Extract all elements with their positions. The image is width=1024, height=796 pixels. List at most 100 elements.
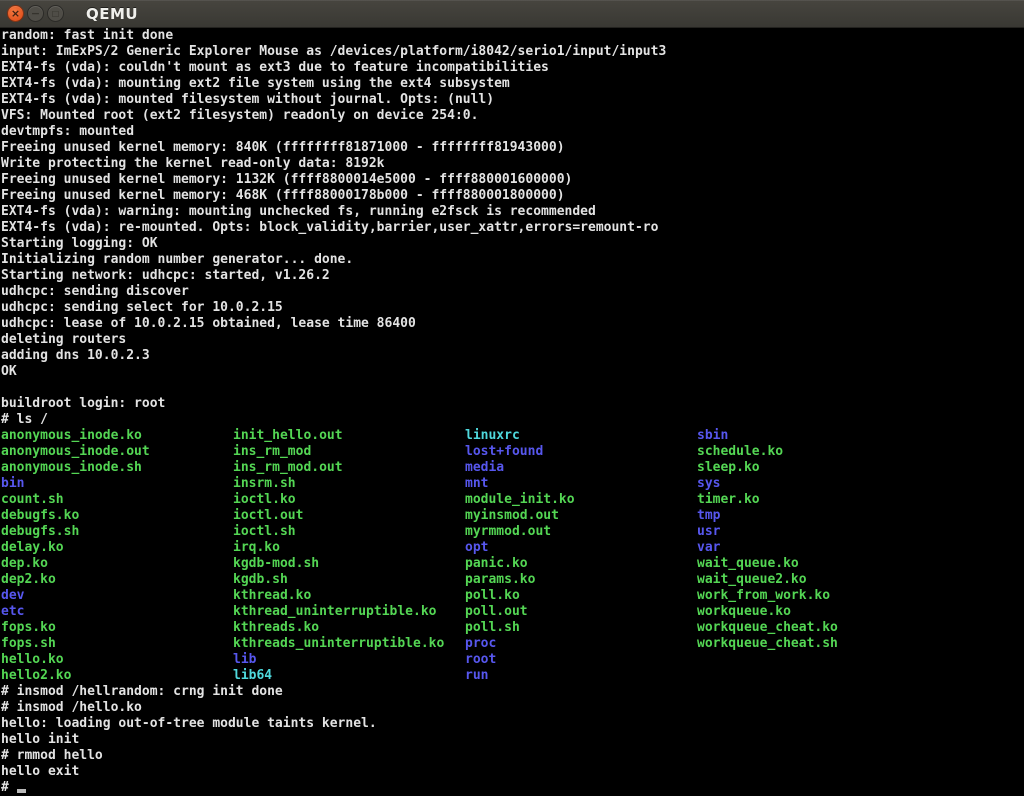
console-line: udhcpc: sending discover <box>1 284 1024 300</box>
ls-listing-row: etckthread_uninterruptible.kopoll.outwor… <box>1 604 1024 620</box>
file-entry: dev <box>1 588 233 604</box>
console-line: # ls / <box>1 412 1024 428</box>
ls-listing-row: dep2.kokgdb.shparams.kowait_queue2.ko <box>1 572 1024 588</box>
console-line: EXT4-fs (vda): re-mounted. Opts: block_v… <box>1 220 1024 236</box>
ls-listing-row: fops.shkthreads_uninterruptible.koprocwo… <box>1 636 1024 652</box>
file-entry: kthreads_uninterruptible.ko <box>233 636 465 652</box>
ls-listing-row: count.shioctl.komodule_init.kotimer.ko <box>1 492 1024 508</box>
file-entry: fops.sh <box>1 636 233 652</box>
file-entry: wait_queue2.ko <box>697 572 929 588</box>
minimize-icon: − <box>31 8 40 19</box>
console-line: EXT4-fs (vda): mounting ext2 file system… <box>1 76 1024 92</box>
console-line: Freeing unused kernel memory: 468K (ffff… <box>1 188 1024 204</box>
maximize-button[interactable]: □ <box>47 5 64 22</box>
file-entry: bin <box>1 476 233 492</box>
minimize-button[interactable]: − <box>27 5 44 22</box>
ls-listing-row: bininsrm.shmntsys <box>1 476 1024 492</box>
file-entry: poll.out <box>465 604 697 620</box>
file-entry: debugfs.sh <box>1 524 233 540</box>
file-entry: kgdb-mod.sh <box>233 556 465 572</box>
file-entry: count.sh <box>1 492 233 508</box>
file-entry: workqueue.ko <box>697 604 929 620</box>
file-entry: dep2.ko <box>1 572 233 588</box>
console-line <box>1 380 1024 396</box>
ls-listing-row: hello2.kolib64run <box>1 668 1024 684</box>
file-entry: kthread_uninterruptible.ko <box>233 604 465 620</box>
file-entry: workqueue_cheat.ko <box>697 620 929 636</box>
file-entry: sleep.ko <box>697 460 929 476</box>
file-entry: sbin <box>697 428 929 444</box>
ls-listing-row: devkthread.kopoll.kowork_from_work.ko <box>1 588 1024 604</box>
file-entry: params.ko <box>465 572 697 588</box>
ls-listing-row: anonymous_inode.koinit_hello.outlinuxrcs… <box>1 428 1024 444</box>
file-entry: opt <box>465 540 697 556</box>
file-entry: hello2.ko <box>1 668 233 684</box>
console-line: hello init <box>1 732 1024 748</box>
console-line: VFS: Mounted root (ext2 filesystem) read… <box>1 108 1024 124</box>
file-entry: init_hello.out <box>233 428 465 444</box>
window-title: QEMU <box>86 5 138 23</box>
file-entry: run <box>465 668 697 684</box>
file-entry: insrm.sh <box>233 476 465 492</box>
console-line: deleting routers <box>1 332 1024 348</box>
console-line: udhcpc: sending select for 10.0.2.15 <box>1 300 1024 316</box>
ls-listing-row: debugfs.koioctl.outmyinsmod.outtmp <box>1 508 1024 524</box>
file-entry: fops.ko <box>1 620 233 636</box>
console-line: Write protecting the kernel read-only da… <box>1 156 1024 172</box>
file-entry: workqueue_cheat.sh <box>697 636 929 652</box>
console-line: EXT4-fs (vda): warning: mounting uncheck… <box>1 204 1024 220</box>
file-entry: ins_rm_mod.out <box>233 460 465 476</box>
console-line: input: ImExPS/2 Generic Explorer Mouse a… <box>1 44 1024 60</box>
console-line: buildroot login: root <box>1 396 1024 412</box>
file-entry: work_from_work.ko <box>697 588 929 604</box>
close-icon: × <box>11 8 20 19</box>
file-entry: kthreads.ko <box>233 620 465 636</box>
titlebar: × − □ QEMU <box>0 0 1024 28</box>
file-entry: poll.ko <box>465 588 697 604</box>
ls-listing-row: hello.kolibroot <box>1 652 1024 668</box>
console-output: random: fast init doneinput: ImExPS/2 Ge… <box>1 28 1024 796</box>
console-line: OK <box>1 364 1024 380</box>
file-entry: panic.ko <box>465 556 697 572</box>
console-line: Starting network: udhcpc: started, v1.26… <box>1 268 1024 284</box>
file-entry: myinsmod.out <box>465 508 697 524</box>
close-button[interactable]: × <box>7 5 24 22</box>
console-line: EXT4-fs (vda): mounted filesystem withou… <box>1 92 1024 108</box>
console-line: Freeing unused kernel memory: 1132K (fff… <box>1 172 1024 188</box>
console-line: Starting logging: OK <box>1 236 1024 252</box>
file-entry: usr <box>697 524 929 540</box>
file-entry: lib <box>233 652 465 668</box>
console-line: udhcpc: lease of 10.0.2.15 obtained, lea… <box>1 316 1024 332</box>
console-line: random: fast init done <box>1 28 1024 44</box>
file-entry: poll.sh <box>465 620 697 636</box>
ls-listing-row: anonymous_inode.shins_rm_mod.outmediasle… <box>1 460 1024 476</box>
file-entry: linuxrc <box>465 428 697 444</box>
file-entry: anonymous_inode.sh <box>1 460 233 476</box>
file-entry: irq.ko <box>233 540 465 556</box>
console-line: Freeing unused kernel memory: 840K (ffff… <box>1 140 1024 156</box>
file-entry: delay.ko <box>1 540 233 556</box>
file-entry: ins_rm_mod <box>233 444 465 460</box>
ls-listing-row: dep.kokgdb-mod.shpanic.kowait_queue.ko <box>1 556 1024 572</box>
console-line: # insmod /hellrandom: crng init done <box>1 684 1024 700</box>
console-screen[interactable]: random: fast init doneinput: ImExPS/2 Ge… <box>0 28 1024 796</box>
file-entry: lost+found <box>465 444 697 460</box>
console-line: hello: loading out-of-tree module taints… <box>1 716 1024 732</box>
console-line: hello exit <box>1 764 1024 780</box>
file-entry: tmp <box>697 508 929 524</box>
file-entry: etc <box>1 604 233 620</box>
file-entry: media <box>465 460 697 476</box>
file-entry: proc <box>465 636 697 652</box>
file-entry: schedule.ko <box>697 444 929 460</box>
console-line: EXT4-fs (vda): couldn't mount as ext3 du… <box>1 60 1024 76</box>
file-entry: ioctl.sh <box>233 524 465 540</box>
file-entry: root <box>465 652 697 668</box>
file-entry: ioctl.out <box>233 508 465 524</box>
file-entry: debugfs.ko <box>1 508 233 524</box>
shell-prompt: # <box>1 780 17 795</box>
file-entry: dep.ko <box>1 556 233 572</box>
file-entry: wait_queue.ko <box>697 556 929 572</box>
text-cursor <box>17 789 26 793</box>
file-entry: ioctl.ko <box>233 492 465 508</box>
file-entry: anonymous_inode.ko <box>1 428 233 444</box>
